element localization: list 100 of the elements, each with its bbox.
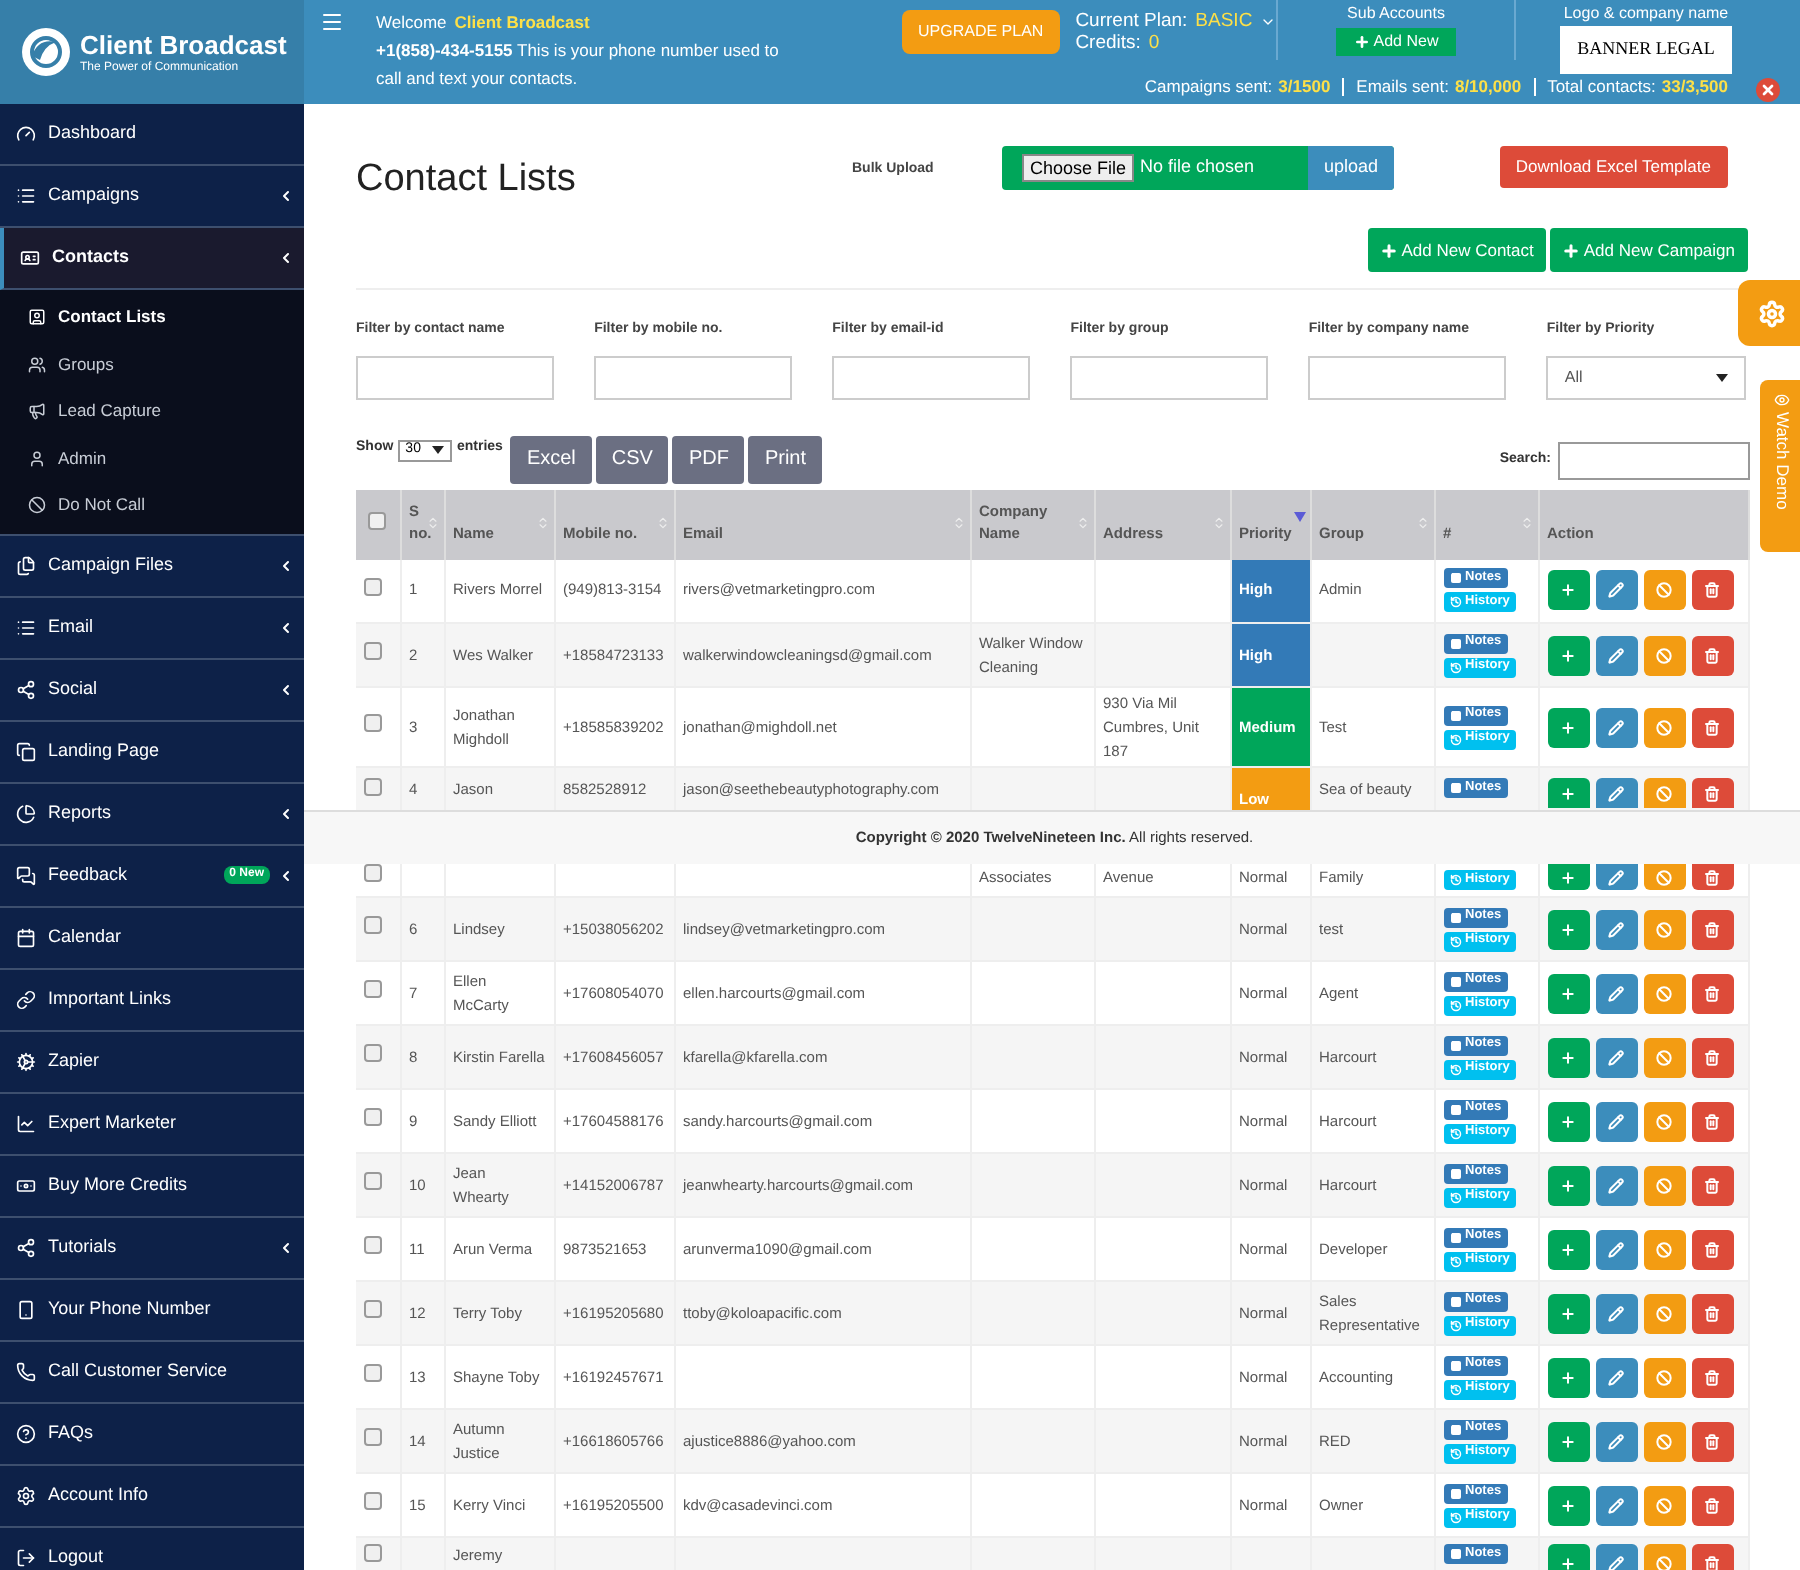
add-button[interactable] — [1547, 864, 1589, 890]
add-button[interactable] — [1547, 1357, 1589, 1397]
block-button[interactable] — [1643, 1357, 1685, 1397]
submenu-item[interactable]: Groups — [0, 341, 304, 388]
sidebar-item[interactable]: Email — [0, 597, 304, 659]
add-button[interactable] — [1547, 1421, 1589, 1461]
upload-button[interactable]: upload — [1307, 146, 1394, 190]
block-button[interactable] — [1643, 1101, 1685, 1141]
delete-button[interactable] — [1691, 635, 1733, 675]
submenu-item[interactable]: Admin — [0, 435, 304, 482]
edit-button[interactable] — [1595, 1421, 1637, 1461]
sidebar-item[interactable]: Dashboard — [0, 104, 304, 166]
add-button[interactable] — [1547, 1165, 1589, 1205]
edit-button[interactable] — [1595, 570, 1637, 611]
delete-button[interactable] — [1691, 1485, 1733, 1525]
add-button[interactable] — [1547, 1037, 1589, 1077]
block-button[interactable] — [1643, 635, 1685, 675]
chevron-icon[interactable] — [278, 619, 294, 635]
sidebar-item[interactable]: Reports — [0, 783, 304, 845]
search-field[interactable] — [1557, 441, 1749, 479]
chevron-icon[interactable] — [278, 557, 294, 573]
block-button[interactable] — [1643, 1229, 1685, 1269]
row-checkbox[interactable] — [364, 980, 382, 998]
sidebar-item[interactable]: Important Links — [0, 969, 304, 1031]
edit-button[interactable] — [1595, 1485, 1637, 1525]
delete-button[interactable] — [1691, 1165, 1733, 1205]
edit-button[interactable] — [1595, 1293, 1637, 1333]
row-checkbox[interactable] — [364, 714, 382, 732]
settings-tab[interactable] — [1737, 280, 1800, 346]
block-button[interactable] — [1643, 1485, 1685, 1525]
row-checkbox[interactable] — [364, 577, 382, 596]
row-checkbox[interactable] — [364, 916, 382, 934]
add-button[interactable] — [1547, 973, 1589, 1013]
add-button[interactable] — [1547, 778, 1589, 808]
row-checkbox[interactable] — [364, 1364, 382, 1382]
add-button[interactable] — [1547, 1293, 1589, 1333]
edit-button[interactable] — [1595, 778, 1637, 808]
row-checkbox[interactable] — [364, 1108, 382, 1126]
edit-button[interactable] — [1595, 1229, 1637, 1269]
export-button[interactable]: Excel — [510, 435, 592, 483]
sidebar-item[interactable]: Expert Marketer — [0, 1093, 304, 1155]
filter-input[interactable] — [1070, 355, 1269, 399]
row-checkbox[interactable] — [364, 642, 382, 660]
block-button[interactable] — [1643, 864, 1685, 890]
submenu-item[interactable]: Contact Lists — [0, 294, 304, 341]
sidebar-item[interactable]: FAQs — [0, 1403, 304, 1465]
delete-button[interactable] — [1691, 909, 1733, 949]
edit-button[interactable] — [1595, 909, 1637, 949]
sidebar-item[interactable]: Landing Page — [0, 721, 304, 783]
add-button[interactable] — [1547, 1485, 1589, 1525]
choose-file-button[interactable]: Choose File — [1022, 154, 1135, 182]
delete-button[interactable] — [1691, 1101, 1733, 1141]
sidebar-item[interactable]: Calendar — [0, 907, 304, 969]
sidebar-item[interactable]: Account Info — [0, 1465, 304, 1527]
submenu-item[interactable]: Do Not Call — [0, 482, 304, 529]
menu-icon[interactable] — [320, 10, 344, 34]
delete-button[interactable] — [1691, 973, 1733, 1013]
row-checkbox[interactable] — [364, 1492, 382, 1510]
add-button[interactable] — [1547, 909, 1589, 949]
block-button[interactable] — [1643, 707, 1685, 747]
add-button[interactable] — [1547, 635, 1589, 675]
row-checkbox[interactable] — [364, 1544, 382, 1562]
chevron-icon[interactable] — [278, 1239, 294, 1255]
sidebar-item[interactable]: Your Phone Number — [0, 1279, 304, 1341]
chevron-icon[interactable] — [278, 805, 294, 821]
row-checkbox[interactable] — [364, 864, 382, 882]
close-icon[interactable] — [1756, 78, 1780, 102]
row-checkbox[interactable] — [364, 1300, 382, 1318]
delete-button[interactable] — [1691, 1037, 1733, 1077]
row-checkbox[interactable] — [364, 1044, 382, 1062]
sidebar-item[interactable]: Zapier — [0, 1031, 304, 1093]
chevron-icon[interactable] — [278, 681, 294, 697]
block-button[interactable] — [1643, 909, 1685, 949]
chevron-icon[interactable] — [278, 188, 294, 204]
block-button[interactable] — [1643, 1421, 1685, 1461]
priority-select[interactable]: All — [1546, 355, 1745, 399]
select-all-checkbox[interactable] — [368, 511, 387, 530]
sort-down-icon[interactable] — [1293, 511, 1305, 521]
sidebar-item[interactable]: Tutorials — [0, 1217, 304, 1279]
sidebar-item[interactable]: Buy More Credits — [0, 1155, 304, 1217]
row-checkbox[interactable] — [364, 778, 382, 796]
row-checkbox[interactable] — [364, 1236, 382, 1254]
block-button[interactable] — [1643, 1037, 1685, 1077]
filter-input[interactable] — [1308, 355, 1507, 399]
delete-button[interactable] — [1691, 1421, 1733, 1461]
edit-button[interactable] — [1595, 1101, 1637, 1141]
block-button[interactable] — [1643, 1165, 1685, 1205]
delete-button[interactable] — [1691, 778, 1733, 808]
export-button[interactable]: PDF — [672, 435, 745, 483]
edit-button[interactable] — [1595, 1165, 1637, 1205]
add-button[interactable] — [1547, 1229, 1589, 1269]
submenu-item[interactable]: Lead Capture — [0, 388, 304, 435]
sidebar-item[interactable]: Social — [0, 659, 304, 721]
delete-button[interactable] — [1691, 707, 1733, 747]
add-button[interactable] — [1547, 707, 1589, 747]
filter-input[interactable] — [594, 355, 793, 399]
block-button[interactable] — [1643, 778, 1685, 808]
filter-input[interactable] — [832, 355, 1031, 399]
edit-button[interactable] — [1595, 864, 1637, 890]
edit-button[interactable] — [1595, 707, 1637, 747]
